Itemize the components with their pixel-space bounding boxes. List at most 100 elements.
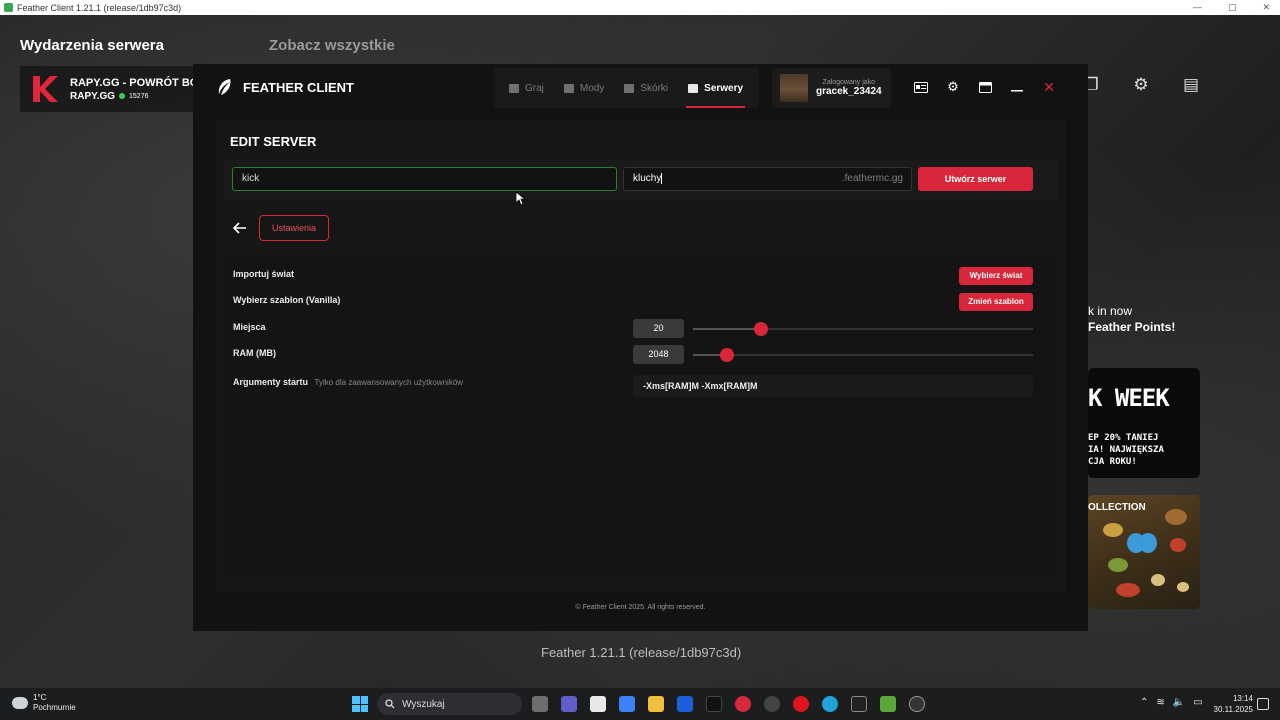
weather-temp: 1°C [33, 693, 47, 702]
create-server-button[interactable]: Utwórz serwer [918, 167, 1033, 191]
start-args-label-text: Argumenty startu [233, 377, 309, 387]
steam-icon[interactable] [764, 696, 780, 712]
tab-settings[interactable]: Ustawienia [259, 215, 329, 241]
shirt-icon [624, 83, 635, 93]
slots-slider-thumb[interactable] [754, 322, 768, 336]
feather-taskbar-icon[interactable] [851, 696, 867, 712]
back-arrow-icon[interactable] [230, 221, 250, 237]
promo-week-line1: EP 20% TANIEJ [1088, 433, 1159, 443]
app-gear-icon[interactable] [909, 696, 925, 712]
promo-week-text: EP 20% TANIEJ IA! NAJWIĘKSZA CJA ROKU! [1088, 432, 1164, 468]
server-logo-icon [30, 74, 60, 104]
taskbar-apps [532, 696, 925, 712]
promo-text: k in now Feather Points! [1088, 303, 1175, 335]
see-all-link[interactable]: Zobacz wszystkie [269, 37, 395, 54]
weather-widget[interactable]: 1°C Pochmurnie [12, 693, 76, 713]
header-buttons: ⚙ ✕ [911, 77, 1059, 97]
app-z-icon[interactable] [677, 696, 693, 712]
online-status-icon [119, 93, 126, 99]
store-icon[interactable] [590, 696, 606, 712]
start-args-input[interactable]: -Xms[RAM]M -Xmx[RAM]M [633, 375, 1033, 397]
app-blue-icon[interactable] [619, 696, 635, 712]
gamepad-icon [509, 83, 519, 93]
app-red-icon[interactable] [735, 696, 751, 712]
settings-gears-icon[interactable]: ⚙ [1130, 74, 1152, 96]
close-icon[interactable]: ✕ [1262, 0, 1270, 15]
app-icon [4, 3, 13, 12]
mouse-cursor-icon [516, 192, 526, 206]
username: gracek_23424 [816, 86, 882, 97]
settings-panel: Importuj świat Wybierz świat Wybierz sza… [224, 258, 1058, 576]
server-address-value: kluchy [633, 173, 662, 184]
copyright: © Feather Client 2025. All rights reserv… [575, 604, 706, 611]
chevron-up-icon[interactable]: ⌃ [1140, 697, 1148, 708]
gear-icon[interactable]: ⚙ [943, 77, 963, 97]
player-count: 15276 [129, 92, 149, 100]
nav-mods-label: Mody [579, 82, 605, 94]
minimize-icon[interactable] [1007, 77, 1027, 97]
nav-servers[interactable]: Serwery [678, 68, 753, 108]
battery-icon[interactable]: ▭ [1193, 697, 1202, 708]
os-titlebar: Feather Client 1.21.1 (release/1db97c3d)… [0, 0, 1280, 15]
nav-play-label: Graj [525, 82, 544, 94]
promo-text-line2: Feather Points! [1088, 320, 1176, 334]
start-args-label: Argumenty startu Tylko dla zaawansowanyc… [233, 377, 463, 387]
nav-play[interactable]: Graj [499, 68, 554, 108]
server-name: RAPY.GG - POWRÓT BOX [70, 76, 206, 89]
close-icon[interactable]: ✕ [1039, 77, 1059, 97]
archive-icon[interactable]: ▤ [1180, 74, 1202, 96]
clock-time: 13:14 [1232, 694, 1253, 703]
promo-text-line1: k in now [1088, 304, 1133, 318]
search-placeholder: Wyszukaj [402, 698, 445, 710]
main-nav: Graj Mody Skórki Serwery [493, 68, 760, 108]
ram-slider[interactable] [693, 348, 1033, 362]
ram-slider-thumb[interactable] [720, 348, 734, 362]
windows-start-icon[interactable] [352, 696, 368, 712]
window-title: Feather Client 1.21.1 (release/1db97c3d) [17, 2, 182, 13]
feather-icon [218, 79, 231, 95]
slots-slider[interactable] [693, 322, 1033, 336]
template-label: Wybierz szablon (Vanilla) [233, 295, 341, 305]
user-account[interactable]: Zalogowany jako gracek_23424 [772, 68, 891, 108]
window-mode-icon[interactable] [975, 77, 995, 97]
maximize-icon[interactable]: ▢ [1228, 0, 1237, 15]
news-icon[interactable] [911, 77, 931, 97]
server-icon [688, 83, 699, 93]
server-card[interactable]: RAPY.GG - POWRÓT BOX RAPY.GG 15276 [20, 66, 220, 112]
file-explorer-icon[interactable] [648, 696, 664, 712]
opera-icon[interactable] [793, 696, 809, 712]
change-template-button[interactable]: Zmień szablon [959, 293, 1033, 311]
taskbar-search[interactable]: Wyszukaj [377, 693, 522, 715]
nav-mods[interactable]: Mody [554, 68, 614, 108]
promo-card-week[interactable]: K WEEK EP 20% TANIEJ IA! NAJWIĘKSZA CJA … [1088, 368, 1200, 478]
grid-icon [563, 83, 574, 93]
cloud-icon [12, 697, 28, 709]
edit-server-panel: EDIT SERVER kick kluchy .feathermc.gg Ut… [216, 119, 1066, 591]
feather-logo: FEATHER CLIENT [215, 77, 354, 97]
slots-value[interactable]: 20 [633, 319, 684, 338]
nav-skins[interactable]: Skórki [614, 68, 678, 108]
promo-card-collection[interactable]: OLLECTION [1088, 495, 1200, 609]
notification-icon[interactable] [1257, 698, 1269, 710]
tiktok-icon[interactable] [706, 696, 722, 712]
text-cursor [661, 172, 663, 184]
server-name-input[interactable]: kick [232, 167, 617, 191]
server-address: RAPY.GG [70, 90, 116, 102]
edge-icon[interactable] [822, 696, 838, 712]
promo-week-line2: IA! NAJWIĘKSZA [1088, 445, 1164, 455]
server-address-input[interactable]: kluchy .feathermc.gg [623, 167, 912, 191]
ram-value[interactable]: 2048 [633, 345, 684, 364]
teams-icon[interactable] [561, 696, 577, 712]
wifi-icon[interactable]: ≋ [1156, 697, 1164, 708]
system-tray: ⌃ ≋ 🔈 ▭ [1140, 697, 1203, 708]
task-view-icon[interactable] [532, 696, 548, 712]
minimize-icon[interactable]: — [1193, 0, 1202, 15]
clock[interactable]: 13:14 30.11.2025 [1213, 693, 1253, 715]
window-controls: — ▢ ✕ [1193, 0, 1270, 15]
volume-icon[interactable]: 🔈 [1173, 697, 1185, 708]
ram-label: RAM (MB) [233, 348, 276, 358]
minecraft-icon[interactable] [880, 696, 896, 712]
choose-world-button[interactable]: Wybierz świat [959, 267, 1033, 285]
butterflies-image [1103, 509, 1189, 597]
promo-week-title: K WEEK [1088, 384, 1170, 412]
